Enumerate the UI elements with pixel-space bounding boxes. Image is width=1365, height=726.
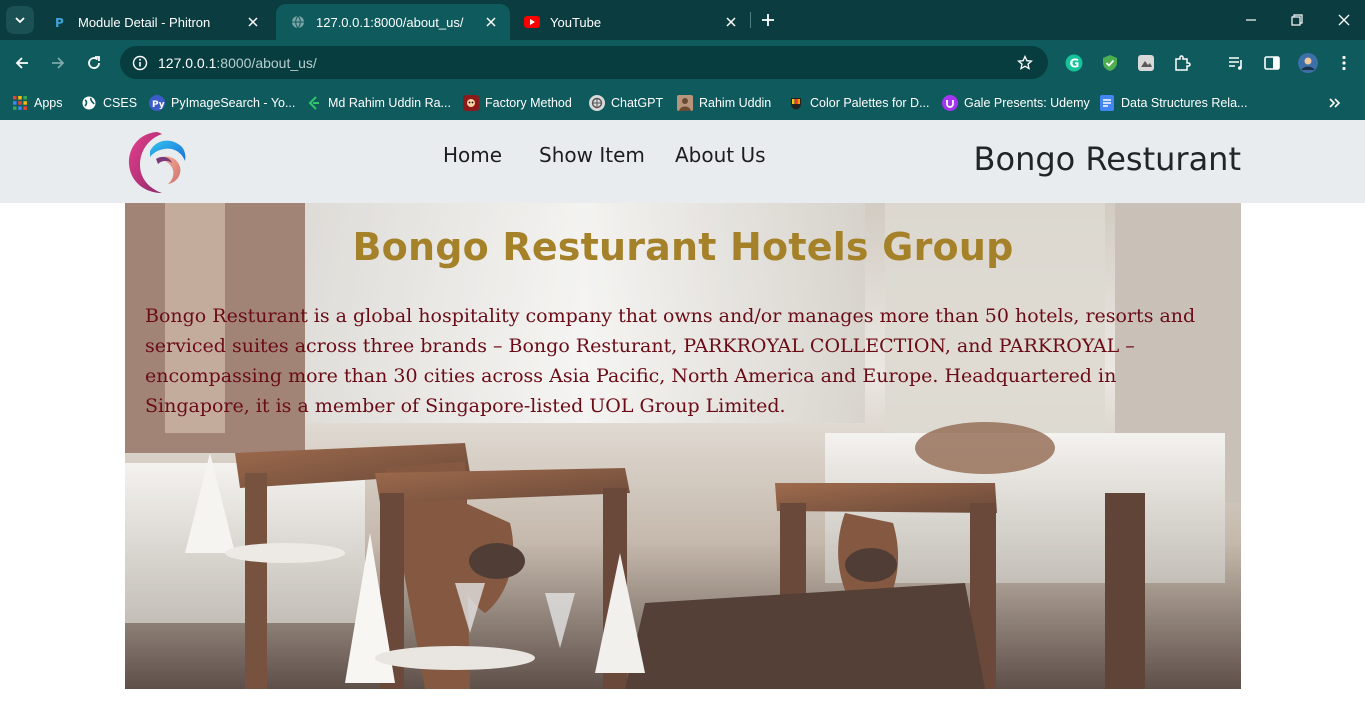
bookmark-apps[interactable]: Apps	[12, 92, 63, 114]
bookmark-label: Data Structures Rela...	[1121, 96, 1248, 110]
svg-text:Py: Py	[152, 100, 165, 110]
bookmark-color-palettes[interactable]: Color Palettes for D...	[788, 92, 930, 114]
menu-kebab-icon[interactable]	[1333, 52, 1355, 74]
palette-icon	[788, 95, 804, 111]
forward-button[interactable]	[46, 51, 70, 75]
close-icon[interactable]	[482, 13, 500, 31]
bookmark-chatgpt[interactable]: ChatGPT	[589, 92, 663, 114]
chatgpt-icon	[589, 95, 605, 111]
bookmark-label: Apps	[34, 96, 63, 110]
minimize-button[interactable]	[1241, 10, 1261, 30]
restore-button[interactable]	[1287, 10, 1307, 30]
bookmark-star-icon[interactable]	[1016, 54, 1034, 72]
reload-button[interactable]	[82, 51, 106, 75]
side-panel-icon[interactable]	[1261, 52, 1283, 74]
bookmark-label: Gale Presents: Udemy	[964, 96, 1090, 110]
bookmark-label: Md Rahim Uddin Ra...	[328, 96, 451, 110]
back-arrow-icon	[15, 57, 28, 69]
bookmark-label: Factory Method	[485, 96, 572, 110]
back-button[interactable]	[10, 51, 34, 75]
svg-text:G: G	[1070, 57, 1080, 71]
bookmarks-overflow-chevron-icon[interactable]	[1327, 95, 1343, 111]
about-description: Bongo Resturant is a global hospitality …	[145, 305, 1196, 417]
tab-about-us[interactable]: 127.0.0.1:8000/about_us/	[276, 4, 510, 40]
close-icon[interactable]	[244, 13, 262, 31]
restaurant-logo[interactable]	[126, 129, 188, 195]
youtube-icon	[524, 14, 540, 30]
site-brand-name: Bongo Resturant	[973, 140, 1241, 178]
bookmark-label: ChatGPT	[611, 96, 664, 110]
close-icon	[1338, 14, 1350, 26]
leetcode-icon	[306, 95, 322, 111]
bookmark-udemy[interactable]: Gale Presents: Udemy	[942, 92, 1090, 114]
close-icon[interactable]	[722, 13, 740, 31]
svg-text:P: P	[55, 16, 64, 29]
address-url[interactable]: 127.0.0.1:8000/about_us/	[158, 55, 317, 71]
bookmark-label: Color Palettes for D...	[810, 96, 930, 110]
address-bar[interactable]: 127.0.0.1:8000/about_us/	[120, 46, 1048, 79]
avatar-icon	[677, 95, 693, 111]
shield-extension-icon[interactable]	[1099, 52, 1121, 74]
tab-youtube[interactable]: YouTube	[510, 4, 750, 40]
plus-icon	[762, 14, 774, 26]
url-host: 127.0.0.1	[158, 54, 217, 71]
globe-icon	[290, 14, 306, 30]
bookmark-label: Rahim Uddin	[699, 96, 772, 110]
site-info-icon[interactable]	[132, 55, 148, 71]
forward-arrow-icon	[52, 57, 65, 69]
url-path: :8000/about_us/	[216, 54, 317, 71]
tab-search-button[interactable]	[6, 6, 34, 34]
reload-icon	[88, 56, 100, 69]
bookmark-label: PyImageSearch - Yo...	[171, 96, 296, 110]
media-queue-icon[interactable]	[1225, 52, 1247, 74]
bookmark-leetcode[interactable]: Md Rahim Uddin Ra...	[306, 92, 451, 114]
globe-icon	[81, 95, 97, 111]
puzzle-extensions-icon[interactable]	[1171, 52, 1193, 74]
tab-title: Module Detail - Phitron	[78, 14, 211, 30]
docs-icon	[1099, 95, 1115, 111]
bookmark-factory-method[interactable]: Factory Method	[463, 92, 572, 114]
hero-title: Bongo Resturant Hotels Group	[352, 225, 1014, 269]
browser-tab-strip: P Module Detail - Phitron 127.0.0.1:8000…	[0, 0, 1365, 40]
nav-about-us-link[interactable]: About Us	[675, 143, 766, 167]
browser-toolbar: 127.0.0.1:8000/about_us/ G	[0, 40, 1365, 86]
about-hero-section: Bongo Resturant Hotels Group Bongo Restu…	[125, 203, 1241, 689]
bookmark-pyimagesearch[interactable]: Py PyImageSearch - Yo...	[149, 92, 295, 114]
nav-home-link[interactable]: Home	[443, 143, 502, 167]
restore-icon	[1291, 14, 1303, 26]
tab-phitron[interactable]: P Module Detail - Phitron	[38, 4, 272, 40]
minimize-icon	[1246, 19, 1256, 21]
profile-avatar[interactable]	[1297, 52, 1319, 74]
restaurant-interior-background-image	[125, 203, 1241, 689]
udemy-icon	[942, 95, 958, 111]
bookmark-cses[interactable]: CSES	[81, 92, 137, 114]
tab-title: YouTube	[550, 14, 602, 30]
nav-show-item-link[interactable]: Show Item	[539, 143, 645, 167]
bookmarks-bar: Apps CSES Py PyImageSearch - Yo... Md Ra…	[0, 86, 1365, 120]
image-extension-icon[interactable]	[1135, 52, 1157, 74]
grammarly-extension-icon[interactable]: G	[1063, 52, 1085, 74]
apps-grid-icon	[12, 95, 28, 111]
refactoring-icon	[463, 95, 479, 111]
bookmark-label: CSES	[103, 96, 138, 110]
phitron-favicon-icon: P	[52, 14, 68, 30]
chevron-down-icon	[15, 17, 25, 24]
tab-title: 127.0.0.1:8000/about_us/	[316, 14, 464, 30]
pyimagesearch-icon: Py	[149, 95, 165, 111]
tab-separator	[750, 12, 751, 28]
bookmark-data-structures[interactable]: Data Structures Rela...	[1099, 92, 1247, 114]
bookmark-rahim-uddin[interactable]: Rahim Uddin	[677, 92, 771, 114]
new-tab-button[interactable]	[758, 10, 778, 30]
close-window-button[interactable]	[1334, 10, 1354, 30]
